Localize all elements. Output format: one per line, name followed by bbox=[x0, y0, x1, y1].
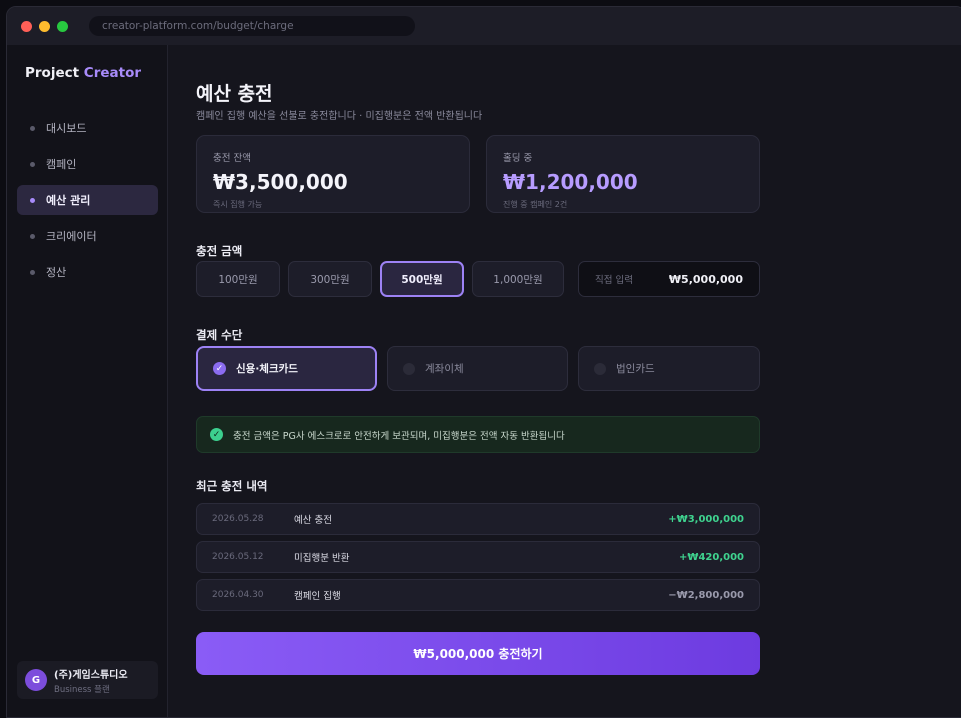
notice-text: 충전 금액은 PG사 에스크로로 안전하게 보관되며, 미집행분은 전액 자동 … bbox=[233, 430, 565, 442]
sidebar: Project Creator 대시보드 캠페인 예산 관리 크리에이터 정산 … bbox=[7, 45, 168, 717]
history-row: 2026.05.12 미집행분 반환 +₩420,000 bbox=[196, 541, 760, 573]
custom-amount-input[interactable]: 직접 입력 ₩5,000,000 bbox=[578, 261, 760, 297]
history-section-title: 최근 충전 내역 bbox=[196, 479, 268, 493]
sidebar-item-creators[interactable]: 크리에이터 bbox=[17, 221, 158, 251]
bullet-icon bbox=[30, 125, 35, 131]
balance-card: 충전 잔액 ₩3,500,000 즉시 집행 가능 bbox=[196, 135, 470, 213]
charge-button[interactable]: ₩5,000,000 충전하기 bbox=[196, 632, 760, 675]
history-amount: +₩3,000,000 bbox=[668, 513, 744, 525]
bullet-icon bbox=[30, 161, 35, 167]
balance-value: ₩3,500,000 bbox=[213, 170, 348, 194]
custom-amount-value: ₩5,000,000 bbox=[668, 272, 743, 286]
bullet-icon bbox=[30, 197, 35, 203]
holding-value: ₩1,200,000 bbox=[503, 170, 638, 194]
payment-card-option[interactable]: ✓ 신용·체크카드 bbox=[196, 346, 377, 391]
avatar: G bbox=[25, 669, 47, 691]
payment-label: 법인카드 bbox=[616, 363, 655, 375]
bullet-icon bbox=[30, 233, 35, 239]
radio-icon bbox=[594, 362, 606, 375]
maximize-window-dot[interactable] bbox=[57, 20, 68, 32]
sidebar-item-dashboard[interactable]: 대시보드 bbox=[17, 113, 158, 143]
sidebar-item-campaigns[interactable]: 캠페인 bbox=[17, 149, 158, 179]
escrow-notice: ✓ 충전 금액은 PG사 에스크로로 안전하게 보관되며, 미집행분은 전액 자… bbox=[196, 416, 760, 453]
history-date: 2026.05.28 bbox=[212, 514, 264, 524]
browser-window: creator-platform.com/budget/charge Proje… bbox=[6, 6, 961, 718]
payment-label: 계좌이체 bbox=[425, 363, 464, 375]
amount-section-title: 충전 금액 bbox=[196, 244, 243, 258]
payment-corporate-card-option[interactable]: 법인카드 bbox=[578, 346, 760, 391]
sidebar-item-label: 크리에이터 bbox=[46, 230, 97, 243]
sidebar-nav: 대시보드 캠페인 예산 관리 크리에이터 정산 bbox=[17, 113, 158, 293]
account-name: (주)게임스튜디오 bbox=[54, 669, 128, 681]
check-circle-icon: ✓ bbox=[210, 428, 223, 441]
minimize-window-dot[interactable] bbox=[39, 20, 50, 32]
sidebar-item-budget[interactable]: 예산 관리 bbox=[17, 185, 158, 215]
amount-option-3m[interactable]: 300만원 bbox=[288, 261, 372, 297]
sidebar-item-label: 대시보드 bbox=[46, 122, 87, 135]
balance-label: 충전 잔액 bbox=[213, 153, 251, 164]
history-desc: 미집행분 반환 bbox=[294, 553, 350, 564]
account-card[interactable]: G (주)게임스튜디오 Business 플랜 bbox=[17, 661, 158, 699]
check-icon: ✓ bbox=[213, 362, 226, 375]
address-bar[interactable]: creator-platform.com/budget/charge bbox=[89, 16, 415, 36]
browser-titlebar: creator-platform.com/budget/charge bbox=[7, 7, 961, 45]
payment-transfer-option[interactable]: 계좌이체 bbox=[387, 346, 568, 391]
history-desc: 예산 충전 bbox=[294, 515, 332, 526]
amount-option-5m[interactable]: 500만원 bbox=[380, 261, 464, 297]
radio-icon bbox=[403, 362, 415, 375]
holding-note: 진행 중 캠페인 2건 bbox=[503, 200, 568, 209]
brand-main: Project bbox=[25, 65, 80, 81]
amount-option-10m[interactable]: 1,000만원 bbox=[472, 261, 564, 297]
bullet-icon bbox=[30, 269, 35, 275]
history-date: 2026.05.12 bbox=[212, 552, 264, 562]
page-subtitle: 캠페인 집행 예산을 선불로 충전합니다 · 미집행분은 전액 반환됩니다 bbox=[196, 111, 483, 122]
payment-label: 신용·체크카드 bbox=[236, 363, 298, 375]
amount-option-1m[interactable]: 100만원 bbox=[196, 261, 280, 297]
sidebar-item-label: 예산 관리 bbox=[46, 194, 91, 207]
holding-card: 홀딩 중 ₩1,200,000 진행 중 캠페인 2건 bbox=[486, 135, 760, 213]
account-plan: Business 플랜 bbox=[54, 684, 110, 695]
history-date: 2026.04.30 bbox=[212, 590, 264, 600]
brand-accent: Creator bbox=[83, 65, 141, 81]
sidebar-item-label: 캠페인 bbox=[46, 158, 77, 171]
history-row: 2026.04.30 캠페인 집행 −₩2,800,000 bbox=[196, 579, 760, 611]
brand-logo[interactable]: Project Creator bbox=[25, 65, 141, 81]
sidebar-item-label: 정산 bbox=[46, 266, 67, 279]
sidebar-item-settlement[interactable]: 정산 bbox=[17, 257, 158, 287]
payment-section-title: 결제 수단 bbox=[196, 328, 243, 342]
page-title: 예산 충전 bbox=[196, 83, 273, 105]
history-amount: −₩2,800,000 bbox=[668, 589, 744, 601]
balance-note: 즉시 집행 가능 bbox=[213, 200, 263, 209]
main-content: 예산 충전 캠페인 집행 예산을 선불로 충전합니다 · 미집행분은 전액 반환… bbox=[169, 45, 961, 717]
holding-label: 홀딩 중 bbox=[503, 153, 533, 164]
history-row: 2026.05.28 예산 충전 +₩3,000,000 bbox=[196, 503, 760, 535]
custom-amount-placeholder: 직접 입력 bbox=[595, 275, 633, 286]
history-amount: +₩420,000 bbox=[679, 551, 744, 563]
close-window-dot[interactable] bbox=[21, 20, 32, 32]
history-desc: 캠페인 집행 bbox=[294, 591, 341, 602]
